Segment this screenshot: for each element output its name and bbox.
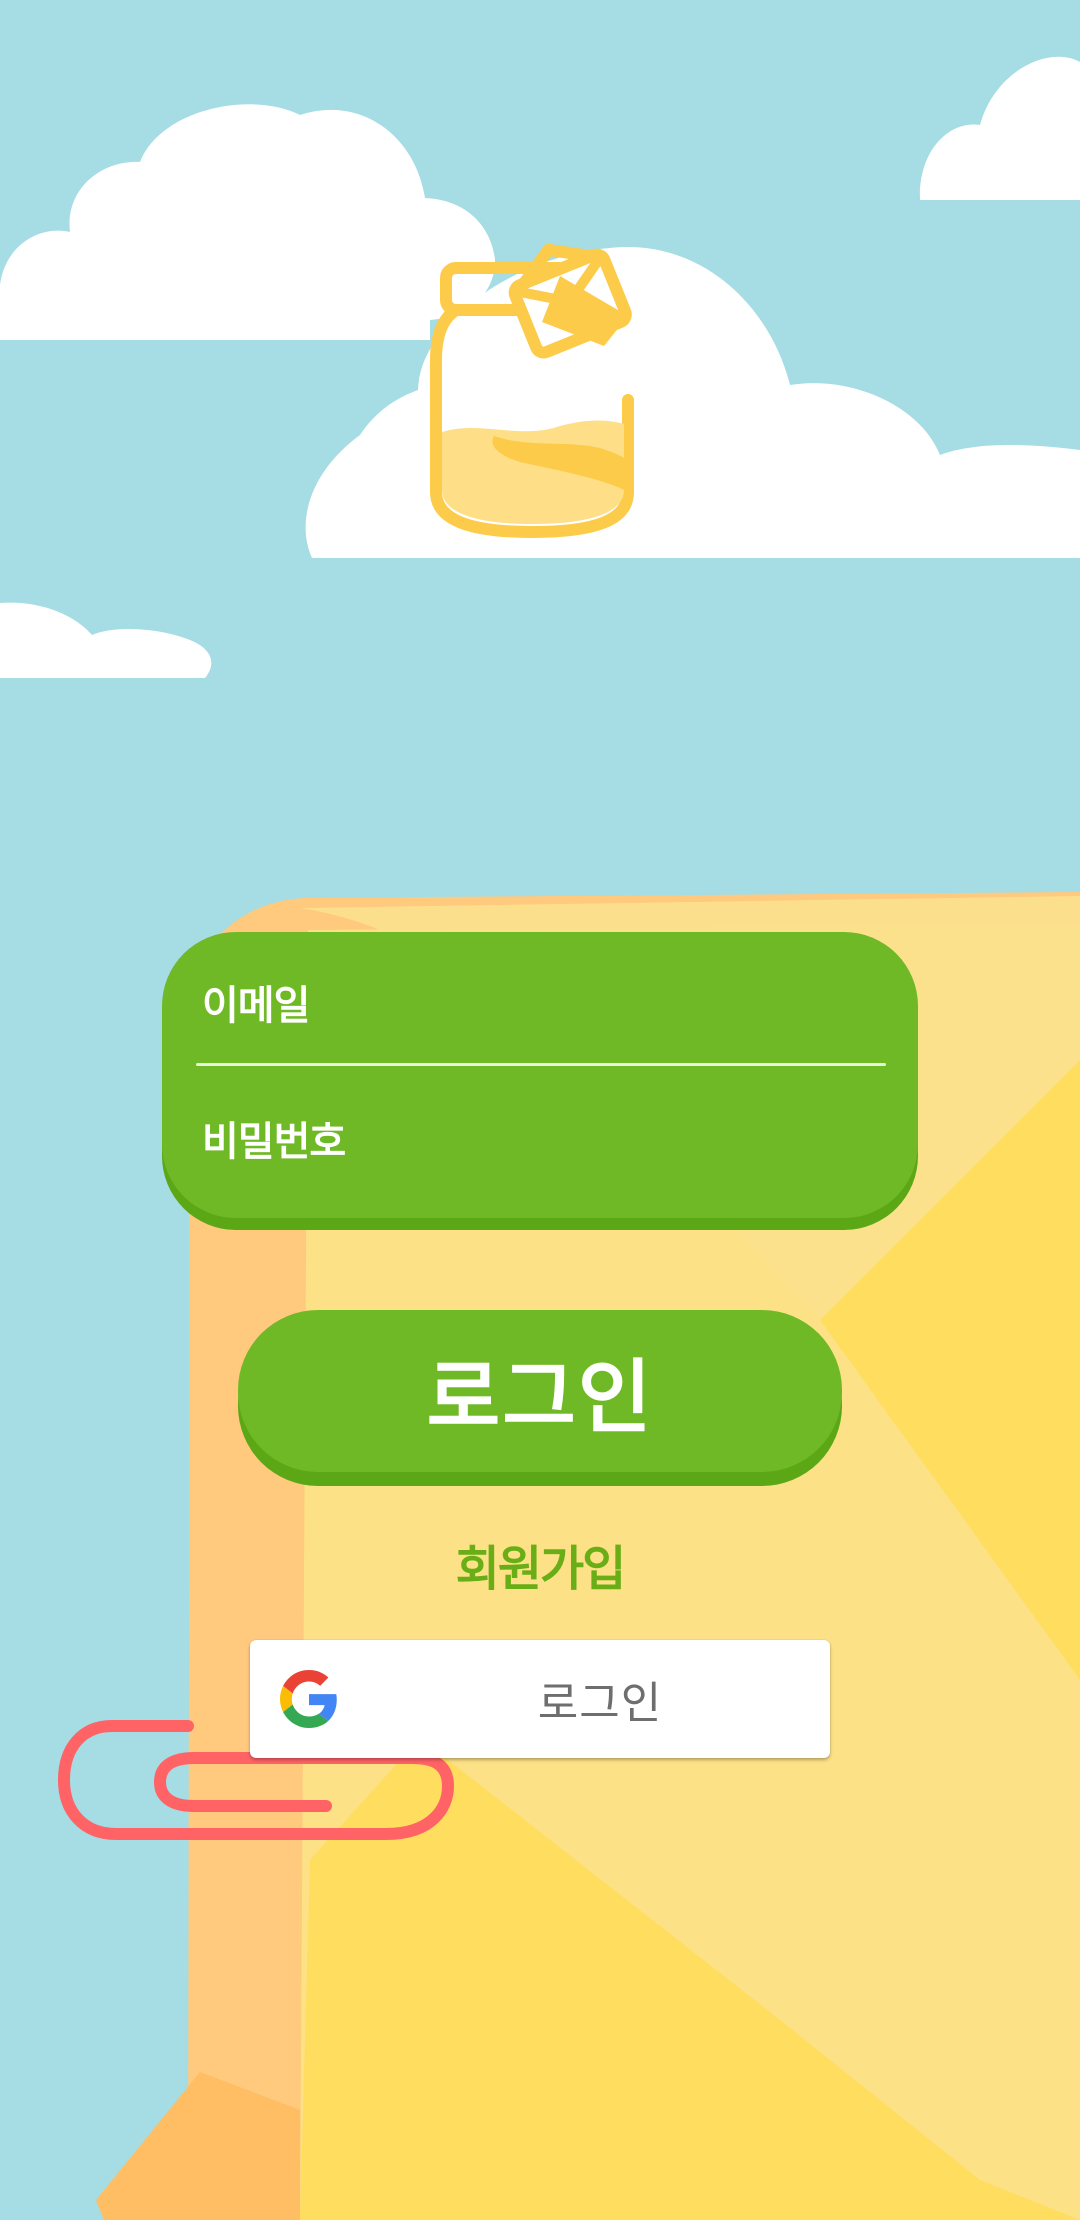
- google-icon: [280, 1670, 337, 1728]
- google-login-button[interactable]: 로그인: [250, 1640, 830, 1758]
- email-placeholder: 이메일: [202, 983, 310, 1029]
- field-divider: [196, 1063, 886, 1066]
- google-login-label: 로그인: [537, 1678, 663, 1729]
- password-placeholder: 비밀번호: [202, 1119, 346, 1165]
- signup-link[interactable]: 회원가입: [390, 1532, 690, 1597]
- password-field[interactable]: 비밀번호: [198, 1078, 882, 1198]
- login-button-label: 로그인: [426, 1351, 654, 1444]
- email-field[interactable]: 이메일: [198, 942, 882, 1062]
- login-button[interactable]: 로그인: [238, 1310, 842, 1472]
- login-form: 이메일 비밀번호: [162, 932, 918, 1218]
